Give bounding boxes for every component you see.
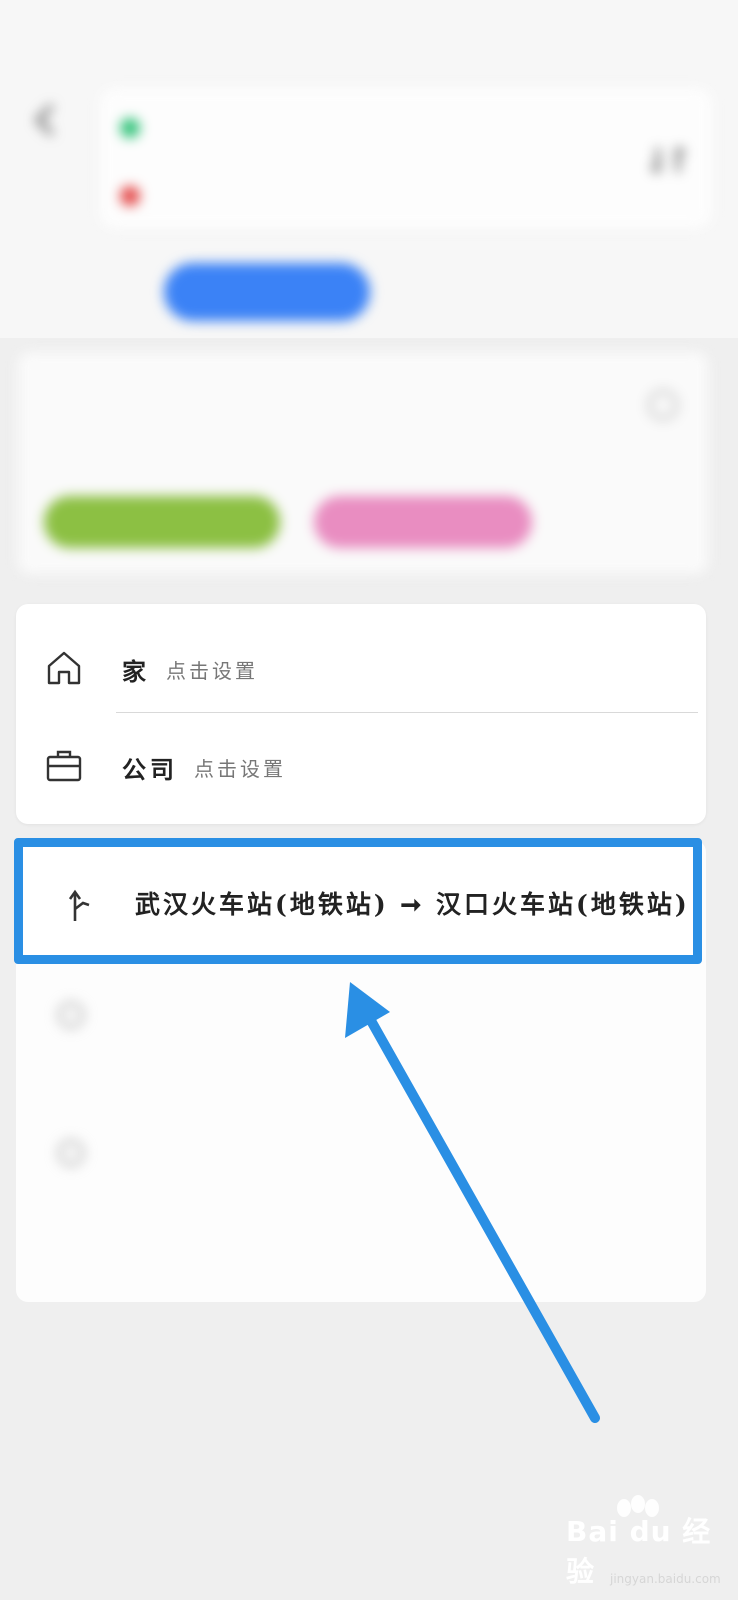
route-input-box[interactable] (100, 88, 712, 228)
back-arrow-icon[interactable] (26, 100, 66, 140)
saved-places-card: 家 点击设置 公司 点击设置 (16, 604, 706, 824)
settings-icon[interactable] (648, 390, 678, 420)
home-label[interactable]: 家 (122, 652, 146, 687)
home-set-hint[interactable]: 点击设置 (166, 655, 258, 684)
divider (116, 712, 698, 713)
commute-tag-pink[interactable] (314, 496, 532, 548)
history-item[interactable] (16, 976, 706, 1086)
briefcase-icon (46, 750, 82, 782)
top-header-area (0, 0, 738, 338)
history-item-highlighted[interactable]: 武汉火车站(地铁站) ➞ 汉口火车站(地铁站) (14, 838, 702, 964)
company-label[interactable]: 公司 (122, 750, 178, 785)
start-point-dot (120, 118, 140, 138)
home-icon (47, 651, 81, 685)
swap-icon[interactable] (648, 140, 688, 180)
travel-mode-tabs (0, 255, 738, 335)
route-arrow-icon (68, 889, 90, 921)
history-item[interactable] (16, 1114, 706, 1184)
commute-card[interactable] (18, 352, 708, 574)
company-set-hint[interactable]: 点击设置 (194, 753, 286, 782)
history-clock-icon (58, 1002, 84, 1028)
commute-tag-green[interactable] (44, 496, 280, 548)
end-point-dot (120, 186, 140, 206)
watermark-site: jingyan.baidu.com (610, 1572, 721, 1586)
history-route-text: 武汉火车站(地铁站) ➞ 汉口火车站(地铁站) (135, 890, 690, 919)
status-bar (0, 0, 738, 80)
tab-transit[interactable] (164, 263, 370, 321)
history-clock-icon (58, 1140, 84, 1166)
